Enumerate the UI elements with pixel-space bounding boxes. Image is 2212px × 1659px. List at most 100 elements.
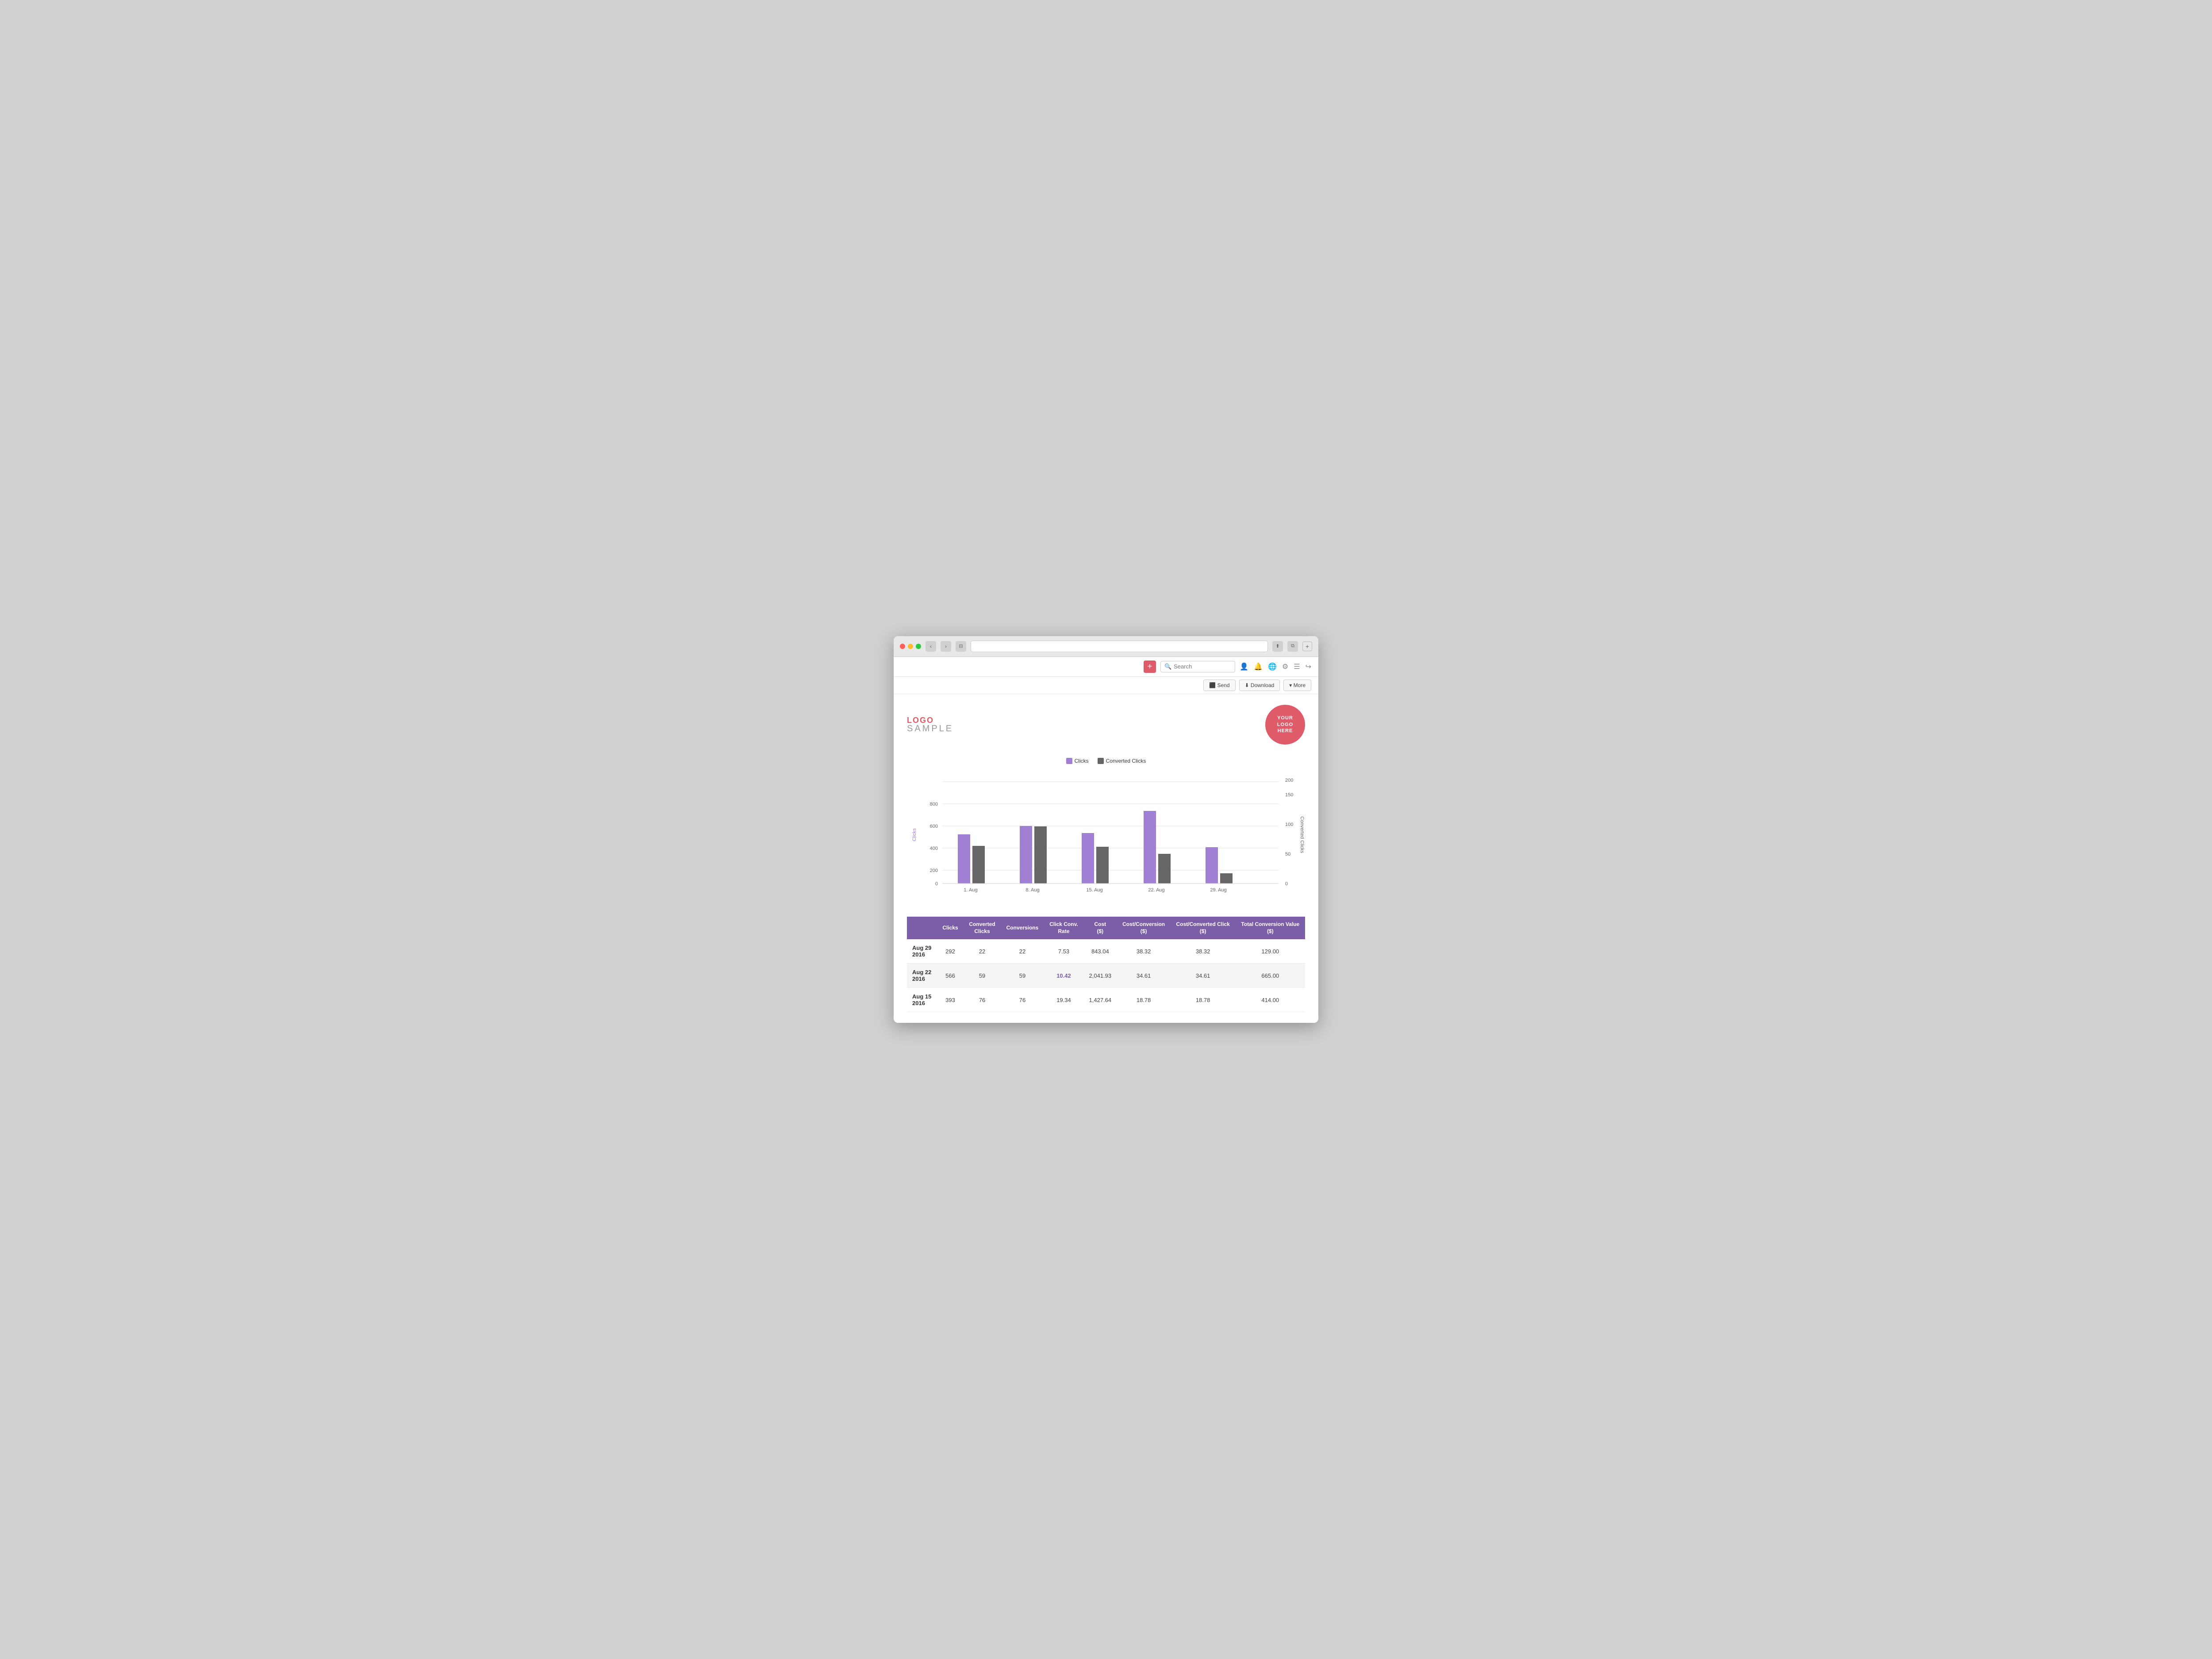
- legend-clicks-label: Clicks: [1075, 758, 1089, 764]
- svg-text:600: 600: [930, 824, 938, 829]
- back-button[interactable]: ‹: [926, 641, 936, 652]
- legend-clicks-color: [1066, 758, 1072, 764]
- new-tab-button[interactable]: +: [1302, 641, 1312, 651]
- col-header-clicks: Clicks: [937, 917, 964, 939]
- send-button[interactable]: ⬛ Send: [1203, 680, 1235, 691]
- logo-circle: YOURLOGOHERE: [1265, 705, 1305, 745]
- layout-icon[interactable]: ☰: [1294, 662, 1300, 671]
- cell-cost: 2,041.93: [1083, 964, 1117, 988]
- data-table-container: Clicks ConvertedClicks Conversions Click…: [907, 917, 1305, 1012]
- close-button[interactable]: [900, 644, 905, 649]
- url-bar[interactable]: [971, 641, 1268, 652]
- table-header-row: Clicks ConvertedClicks Conversions Click…: [907, 917, 1305, 939]
- svg-text:50: 50: [1285, 852, 1290, 857]
- svg-text:800: 800: [930, 802, 938, 807]
- svg-text:150: 150: [1285, 792, 1293, 798]
- col-header-cost-per-conversion: Cost/Conversion($): [1117, 917, 1171, 939]
- cell-total_conversion_value: 414.00: [1236, 988, 1305, 1012]
- action-bar: ⬛ Send ⬇ Download ▾ More: [894, 677, 1318, 694]
- logo-red-text: LOGO: [907, 716, 953, 724]
- plus-button[interactable]: +: [1144, 661, 1156, 673]
- svg-text:15. Aug: 15. Aug: [1086, 887, 1102, 893]
- cell-converted_clicks: 22: [964, 939, 1001, 964]
- search-input[interactable]: [1174, 663, 1231, 670]
- svg-text:400: 400: [930, 846, 938, 851]
- cell-cost_per_converted_click: 38.32: [1171, 939, 1236, 964]
- globe-icon[interactable]: 🌐: [1268, 662, 1277, 671]
- cell-conversions: 22: [1001, 939, 1044, 964]
- cell-conversions: 59: [1001, 964, 1044, 988]
- bar-clicks-aug8: [1020, 826, 1032, 883]
- bell-icon[interactable]: 🔔: [1254, 662, 1263, 671]
- svg-text:200: 200: [930, 868, 938, 873]
- col-header-click-conv-rate: Click Conv.Rate: [1044, 917, 1083, 939]
- svg-text:1. Aug: 1. Aug: [964, 887, 977, 893]
- cell-conversions: 76: [1001, 988, 1044, 1012]
- minimize-button[interactable]: [908, 644, 913, 649]
- sidebar-toggle[interactable]: ⊟: [956, 641, 966, 652]
- bar-clicks-aug1: [958, 834, 970, 883]
- bar-converted-aug22: [1158, 854, 1171, 883]
- table-row: Aug 29201629222227.53843.0438.3238.32129…: [907, 939, 1305, 964]
- cell-date: Aug 152016: [907, 988, 937, 1012]
- table-row: Aug 222016566595910.422,041.9334.6134.61…: [907, 964, 1305, 988]
- search-box: 🔍: [1160, 661, 1235, 672]
- signout-icon[interactable]: ↪: [1306, 662, 1311, 671]
- person-icon[interactable]: 👤: [1240, 662, 1248, 671]
- content-area: LOGO SAMPLE YOURLOGOHERE Clicks Converte…: [894, 694, 1318, 1023]
- svg-text:200: 200: [1285, 778, 1293, 783]
- bar-converted-aug29: [1220, 873, 1233, 883]
- cell-cost_per_conversion: 38.32: [1117, 939, 1171, 964]
- cell-click_conv_rate: 7.53: [1044, 939, 1083, 964]
- bar-converted-aug1: [972, 846, 985, 883]
- svg-text:29. Aug: 29. Aug: [1210, 887, 1226, 893]
- forward-button[interactable]: ›: [941, 641, 951, 652]
- cell-clicks: 393: [937, 988, 964, 1012]
- bar-converted-aug15: [1096, 847, 1109, 883]
- download-button[interactable]: ⬇ Download: [1239, 680, 1280, 691]
- chart-section: Clicks Converted Clicks 0 200 400: [907, 758, 1305, 903]
- toolbar-icons: 👤 🔔 🌐 ⚙ ☰ ↪: [1240, 662, 1311, 671]
- report-header: LOGO SAMPLE YOURLOGOHERE: [907, 705, 1305, 745]
- col-header-cost-per-converted-click: Cost/Converted Click($): [1171, 917, 1236, 939]
- svg-text:100: 100: [1285, 822, 1293, 827]
- cell-clicks: 292: [937, 939, 964, 964]
- col-header-total-conversion-value: Total Conversion Value($): [1236, 917, 1305, 939]
- table-row: Aug 152016393767619.341,427.6418.7818.78…: [907, 988, 1305, 1012]
- cell-cost_per_conversion: 18.78: [1117, 988, 1171, 1012]
- cell-cost: 843.04: [1083, 939, 1117, 964]
- data-table: Clicks ConvertedClicks Conversions Click…: [907, 917, 1305, 1012]
- cell-total_conversion_value: 665.00: [1236, 964, 1305, 988]
- col-header-converted-clicks: ConvertedClicks: [964, 917, 1001, 939]
- bar-clicks-aug29: [1206, 847, 1218, 883]
- search-icon: 🔍: [1164, 663, 1171, 670]
- duplicate-button[interactable]: ⧉: [1287, 641, 1298, 652]
- bar-clicks-aug15: [1082, 833, 1094, 883]
- col-header-cost: Cost($): [1083, 917, 1117, 939]
- cell-cost_per_converted_click: 34.61: [1171, 964, 1236, 988]
- cell-date: Aug 292016: [907, 939, 937, 964]
- chart-svg: 0 200 400 600 800 Clicks 0 50 100 150 20…: [907, 768, 1305, 901]
- app-toolbar: + 🔍 👤 🔔 🌐 ⚙ ☰ ↪: [894, 657, 1318, 677]
- legend-clicks: Clicks: [1066, 758, 1089, 764]
- svg-text:0: 0: [1285, 881, 1288, 887]
- gear-icon[interactable]: ⚙: [1282, 662, 1288, 671]
- cell-total_conversion_value: 129.00: [1236, 939, 1305, 964]
- bar-converted-aug8: [1034, 826, 1047, 883]
- cell-cost_per_conversion: 34.61: [1117, 964, 1171, 988]
- logo-gray-text: SAMPLE: [907, 724, 953, 733]
- share-button[interactable]: ⬆: [1272, 641, 1283, 652]
- cell-cost_per_converted_click: 18.78: [1171, 988, 1236, 1012]
- browser-window: ‹ › ⊟ ⬆ ⧉ + + 🔍 👤 🔔 🌐 ⚙ ☰ ↪ ⬛ Send ⬇ Dow…: [894, 636, 1318, 1023]
- traffic-lights: [900, 644, 921, 649]
- svg-text:22. Aug: 22. Aug: [1148, 887, 1164, 893]
- fullscreen-button[interactable]: [916, 644, 921, 649]
- more-button[interactable]: ▾ More: [1283, 680, 1311, 691]
- svg-text:8. Aug: 8. Aug: [1025, 887, 1039, 893]
- svg-text:Clicks: Clicks: [912, 828, 917, 841]
- legend-converted-color: [1098, 758, 1104, 764]
- cell-cost: 1,427.64: [1083, 988, 1117, 1012]
- cell-converted_clicks: 76: [964, 988, 1001, 1012]
- col-header-date: [907, 917, 937, 939]
- cell-clicks: 566: [937, 964, 964, 988]
